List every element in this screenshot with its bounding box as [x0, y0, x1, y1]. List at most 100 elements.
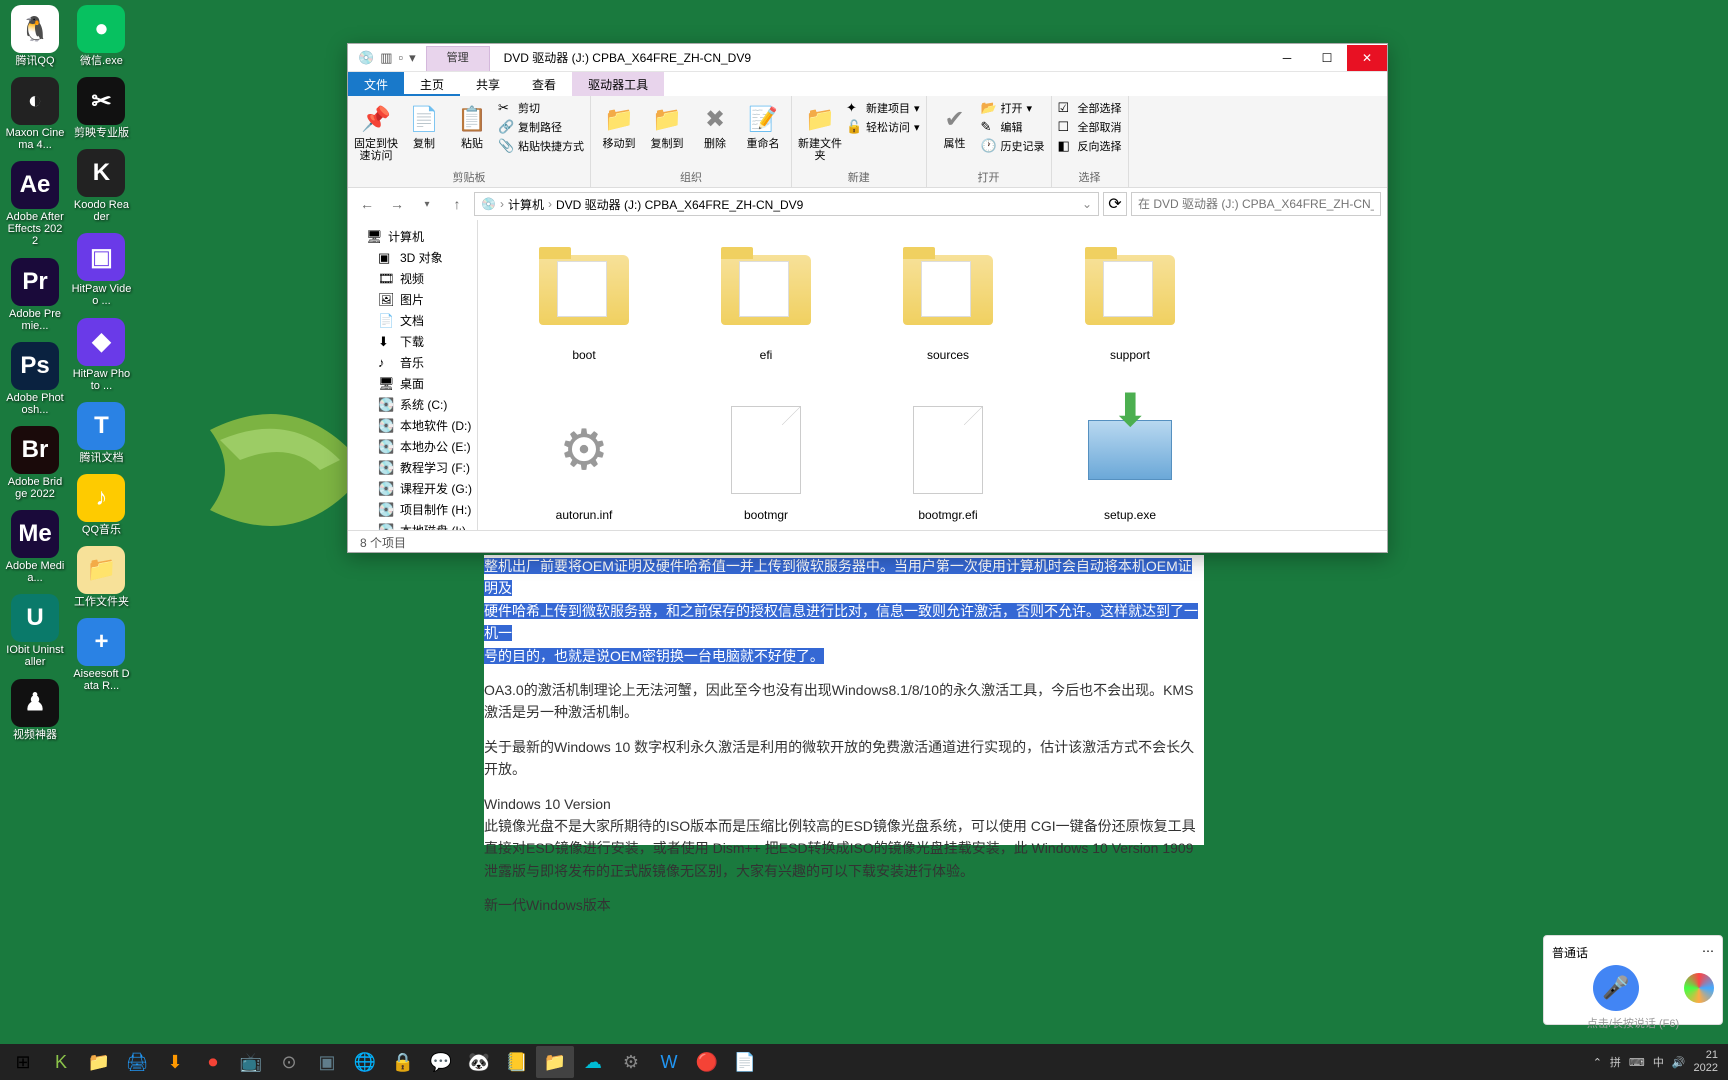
- desktop-icon[interactable]: PrAdobe Premie...: [5, 258, 65, 332]
- back-button[interactable]: ←: [354, 191, 380, 217]
- tree-item[interactable]: 💽系统 (C:): [348, 394, 477, 415]
- tab-view[interactable]: 查看: [516, 72, 572, 96]
- tab-drive-tools[interactable]: 驱动器工具: [572, 72, 664, 96]
- desktop-icon[interactable]: 📁工作文件夹: [71, 546, 131, 608]
- tree-item[interactable]: 🎞视频: [348, 268, 477, 289]
- voice-input-widget[interactable]: 普通话 ⋯ 🎤 点击/长按说话 (F6): [1543, 935, 1723, 1025]
- tree-item[interactable]: 💽本地软件 (D:): [348, 415, 477, 436]
- voice-lang[interactable]: 普通话: [1552, 944, 1588, 961]
- tab-home[interactable]: 主页: [404, 72, 460, 96]
- paste-button[interactable]: 📋粘贴: [450, 100, 494, 150]
- open-button[interactable]: 📂打开 ▾: [981, 100, 1045, 116]
- forward-button[interactable]: →: [384, 191, 410, 217]
- close-button[interactable]: ✕: [1347, 45, 1387, 71]
- desktop-icon[interactable]: ◆HitPaw Photo ...: [71, 318, 131, 392]
- file-item[interactable]: boot: [493, 230, 675, 390]
- select-none-button[interactable]: ☐全部取消: [1058, 119, 1122, 135]
- taskbar-app[interactable]: 🔒: [384, 1046, 422, 1078]
- desktop-icon[interactable]: 🐧腾讯QQ: [5, 5, 65, 67]
- tree-item[interactable]: ♪音乐: [348, 352, 477, 373]
- desktop-icon[interactable]: ▣HitPaw Video ...: [71, 233, 131, 307]
- taskbar-app[interactable]: 🐼: [460, 1046, 498, 1078]
- new-folder-button[interactable]: 📁新建文件夹: [798, 100, 842, 162]
- search-box[interactable]: [1131, 192, 1381, 216]
- refresh-button[interactable]: ⟳: [1103, 192, 1127, 216]
- tray-clock[interactable]: 21 2022: [1694, 1049, 1718, 1075]
- tree-item[interactable]: 🖥计算机: [348, 226, 477, 247]
- tree-item[interactable]: 💽课程开发 (G:): [348, 478, 477, 499]
- history-button[interactable]: 🕐历史记录: [981, 138, 1045, 154]
- navigation-tree[interactable]: 🖥计算机▣3D 对象🎞视频🖼图片📄文档⬇下载♪音乐🖥桌面💽系统 (C:)💽本地软…: [348, 220, 478, 530]
- file-item[interactable]: ⬇setup.exe: [1039, 390, 1221, 530]
- tree-item[interactable]: 📄文档: [348, 310, 477, 331]
- file-item[interactable]: efi: [675, 230, 857, 390]
- new-item-button[interactable]: ✦新建项目 ▾: [846, 100, 920, 116]
- desktop-icon[interactable]: ●微信.exe: [71, 5, 131, 67]
- edit-button[interactable]: ✎编辑: [981, 119, 1045, 135]
- tray-chevron-icon[interactable]: ⌃: [1593, 1056, 1602, 1069]
- taskbar-app[interactable]: ▣: [308, 1046, 346, 1078]
- tree-item[interactable]: 💽教程学习 (F:): [348, 457, 477, 478]
- file-item[interactable]: support: [1039, 230, 1221, 390]
- qat-props-icon[interactable]: ▥: [380, 50, 392, 66]
- taskbar-app[interactable]: 📁: [80, 1046, 118, 1078]
- voice-mic-button[interactable]: 🎤: [1593, 965, 1639, 1011]
- taskbar[interactable]: ⊞ K 📁 🖨 ⬇ ⏺ 📺 ⊙ ▣ 🌐 🔒 💬 🐼 📒 📁 ☁ ⚙ W 🔴 📄 …: [0, 1044, 1728, 1080]
- rename-button[interactable]: 📝重命名: [741, 100, 785, 150]
- taskbar-app[interactable]: ⬇: [156, 1046, 194, 1078]
- tree-item[interactable]: 💽本地办公 (E:): [348, 436, 477, 457]
- breadcrumb[interactable]: 💿› 计算机› DVD 驱动器 (J:) CPBA_X64FRE_ZH-CN_D…: [474, 192, 1099, 216]
- taskbar-app[interactable]: 📄: [726, 1046, 764, 1078]
- desktop-icon[interactable]: UIObit Uninstaller: [5, 594, 65, 668]
- desktop-icon[interactable]: ◐Maxon Cinema 4...: [5, 77, 65, 151]
- desktop-icon[interactable]: ✂剪映专业版: [71, 77, 131, 139]
- system-tray[interactable]: ⌃ 拼 ⌨ 中 🔊 21 2022: [1593, 1049, 1724, 1075]
- file-item[interactable]: sources: [857, 230, 1039, 390]
- pin-button[interactable]: 📌固定到快速访问: [354, 100, 398, 162]
- voice-assistant-icon[interactable]: [1684, 973, 1714, 1003]
- search-input[interactable]: [1138, 197, 1374, 211]
- taskbar-app[interactable]: ⏺: [194, 1046, 232, 1078]
- select-all-button[interactable]: ☑全部选择: [1058, 100, 1122, 116]
- file-item[interactable]: ⚙autorun.inf: [493, 390, 675, 530]
- tree-item[interactable]: 💽项目制作 (H:): [348, 499, 477, 520]
- properties-button[interactable]: ✔属性: [933, 100, 977, 150]
- taskbar-app[interactable]: ⚙: [612, 1046, 650, 1078]
- file-item[interactable]: bootmgr.efi: [857, 390, 1039, 530]
- tree-item[interactable]: 🖥桌面: [348, 373, 477, 394]
- minimize-button[interactable]: ─: [1267, 45, 1307, 71]
- copy-button[interactable]: 📄复制: [402, 100, 446, 150]
- taskbar-app[interactable]: 🌐: [346, 1046, 384, 1078]
- desktop-icon[interactable]: +Aiseesoft Data R...: [71, 618, 131, 692]
- delete-button[interactable]: ✖删除: [693, 100, 737, 150]
- desktop-icon[interactable]: BrAdobe Bridge 2022: [5, 426, 65, 500]
- invert-select-button[interactable]: ◧反向选择: [1058, 138, 1122, 154]
- tab-share[interactable]: 共享: [460, 72, 516, 96]
- desktop-icon[interactable]: PsAdobe Photosh...: [5, 342, 65, 416]
- tree-item[interactable]: ▣3D 对象: [348, 247, 477, 268]
- taskbar-app[interactable]: 📺: [232, 1046, 270, 1078]
- tree-item[interactable]: ⬇下载: [348, 331, 477, 352]
- file-view[interactable]: bootefisourcessupport⚙autorun.infbootmgr…: [478, 220, 1387, 530]
- copy-path-button[interactable]: 🔗复制路径: [498, 119, 584, 135]
- desktop-icon[interactable]: KKoodo Reader: [71, 149, 131, 223]
- copy-to-button[interactable]: 📁复制到: [645, 100, 689, 150]
- desktop-icon[interactable]: AeAdobe After Effects 2022: [5, 161, 65, 247]
- tree-item[interactable]: 🖼图片: [348, 289, 477, 310]
- desktop-icon[interactable]: T腾讯文档: [71, 402, 131, 464]
- recent-button[interactable]: ▾: [414, 191, 440, 217]
- taskbar-app[interactable]: 💬: [422, 1046, 460, 1078]
- easy-access-button[interactable]: 🔓轻松访问 ▾: [846, 119, 920, 135]
- maximize-button[interactable]: ☐: [1307, 45, 1347, 71]
- qat-dropdown-icon[interactable]: ▾: [409, 50, 416, 66]
- desktop-icon[interactable]: ♪QQ音乐: [71, 474, 131, 536]
- taskbar-app[interactable]: ⊙: [270, 1046, 308, 1078]
- desktop-icon[interactable]: MeAdobe Media...: [5, 510, 65, 584]
- voice-settings-icon[interactable]: ⋯: [1702, 944, 1714, 961]
- qat-new-icon[interactable]: ▫: [398, 50, 403, 65]
- taskbar-app[interactable]: 📒: [498, 1046, 536, 1078]
- taskbar-app[interactable]: ☁: [574, 1046, 612, 1078]
- file-item[interactable]: bootmgr: [675, 390, 857, 530]
- taskbar-app[interactable]: 🖨: [118, 1046, 156, 1078]
- taskbar-app[interactable]: 🔴: [688, 1046, 726, 1078]
